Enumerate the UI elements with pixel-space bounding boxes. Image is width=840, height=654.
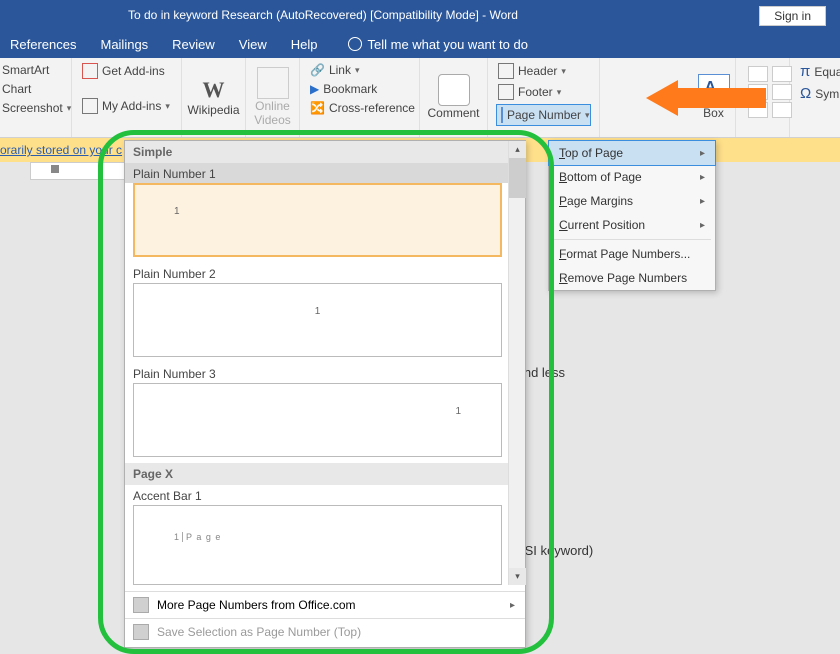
tell-me-label: Tell me what you want to do	[368, 37, 528, 52]
bookmark-button[interactable]: ▶Bookmark	[308, 81, 411, 97]
footer-icon	[498, 84, 514, 100]
gallery-item-accent-1-label: Accent Bar 1	[125, 485, 510, 505]
footer-button[interactable]: Footer	[496, 83, 591, 101]
save-selection: Save Selection as Page Number (Top)	[125, 618, 525, 645]
tab-review[interactable]: Review	[172, 37, 215, 52]
chevron-right-icon: ▸	[700, 148, 705, 159]
menu-page-margins[interactable]: Page Margins▸	[549, 189, 715, 213]
gallery-scrollbar[interactable]: ▴ ▾	[508, 141, 525, 585]
wikipedia-button[interactable]: W Wikipedia	[185, 62, 241, 132]
gallery-item-plain-1-label: Plain Number 1	[125, 163, 510, 183]
menu-top-of-page[interactable]: Top of Page▸	[548, 140, 716, 166]
link-icon: 🔗	[310, 63, 325, 77]
scroll-up-button[interactable]: ▴	[509, 141, 526, 158]
smartart-button[interactable]: SmartArt	[0, 62, 63, 78]
document-title: To do in keyword Research (AutoRecovered…	[128, 8, 518, 22]
video-icon	[257, 67, 289, 99]
comment-button[interactable]: Comment	[426, 62, 482, 132]
chevron-right-icon: ▸	[700, 220, 705, 231]
scroll-thumb[interactable]	[509, 158, 526, 198]
gallery-section-pagex: Page X	[125, 463, 510, 485]
tell-me-search[interactable]: Tell me what you want to do	[348, 37, 528, 52]
my-addins-button[interactable]: My Add-ins	[80, 97, 173, 115]
equation-button[interactable]: πEquat	[798, 62, 832, 81]
crossref-icon: 🔀	[310, 101, 325, 115]
save-icon	[133, 624, 149, 640]
online-videos-button[interactable]: Online Videos	[252, 62, 292, 132]
more-page-numbers[interactable]: More Page Numbers from Office.com ▸	[125, 591, 525, 618]
bulb-icon	[348, 37, 362, 51]
gallery-item-plain-2-label: Plain Number 2	[125, 263, 510, 283]
bookmark-icon: ▶	[310, 82, 319, 96]
menu-format-page-numbers[interactable]: Format Page Numbers...	[549, 242, 715, 266]
title-bar: To do in keyword Research (AutoRecovered…	[0, 0, 840, 30]
annotation-arrow	[646, 80, 766, 116]
chevron-right-icon: ▸	[510, 600, 515, 611]
tab-help[interactable]: Help	[291, 37, 318, 52]
header-button[interactable]: Header	[496, 62, 591, 80]
comment-icon	[438, 74, 470, 106]
page-number-icon	[501, 107, 503, 123]
chart-button[interactable]: Chart	[0, 81, 63, 97]
symbol-button[interactable]: ΩSymb	[798, 84, 832, 103]
wordart-button[interactable]	[772, 66, 792, 82]
ribbon-tabs: References Mailings Review View Help Tel…	[0, 30, 840, 58]
link-button[interactable]: 🔗Link	[308, 62, 411, 78]
page-number-button[interactable]: Page Number	[496, 104, 591, 126]
tab-references[interactable]: References	[10, 37, 76, 52]
gallery-item-plain-1[interactable]: 1	[133, 183, 502, 257]
pi-icon: π	[800, 63, 810, 80]
page-number-menu: Top of Page▸ Bottom of Page▸ Page Margin…	[548, 140, 716, 291]
menu-current-position[interactable]: Current Position▸	[549, 213, 715, 237]
menu-bottom-of-page[interactable]: Bottom of Page▸	[549, 165, 715, 189]
addins-icon	[82, 98, 98, 114]
header-icon	[498, 63, 514, 79]
signature-button[interactable]	[772, 84, 792, 100]
page-number-gallery: ▴ ▾ Simple Plain Number 1 1 Plain Number…	[124, 140, 526, 648]
omega-icon: Ω	[800, 85, 811, 102]
gallery-item-plain-3[interactable]: 1	[133, 383, 502, 457]
menu-remove-page-numbers[interactable]: Remove Page Numbers	[549, 266, 715, 290]
tab-view[interactable]: View	[239, 37, 267, 52]
gallery-item-accent-1[interactable]: 1P a g e	[133, 505, 502, 585]
tab-mailings[interactable]: Mailings	[100, 37, 148, 52]
object-button[interactable]	[772, 102, 792, 118]
chevron-right-icon: ▸	[700, 196, 705, 207]
gallery-item-plain-3-label: Plain Number 3	[125, 363, 510, 383]
chevron-right-icon: ▸	[700, 172, 705, 183]
wikipedia-icon: W	[203, 77, 225, 103]
screenshot-button[interactable]: Screenshot	[0, 100, 63, 116]
get-addins-button[interactable]: Get Add-ins	[80, 62, 173, 80]
scroll-down-button[interactable]: ▾	[509, 568, 526, 585]
store-icon	[82, 63, 98, 79]
sign-in-button[interactable]: Sign in	[759, 6, 826, 26]
office-icon	[133, 597, 149, 613]
gallery-section-simple: Simple	[125, 141, 510, 163]
cross-reference-button[interactable]: 🔀Cross-reference	[308, 100, 411, 116]
gallery-item-plain-2[interactable]: 1	[133, 283, 502, 357]
